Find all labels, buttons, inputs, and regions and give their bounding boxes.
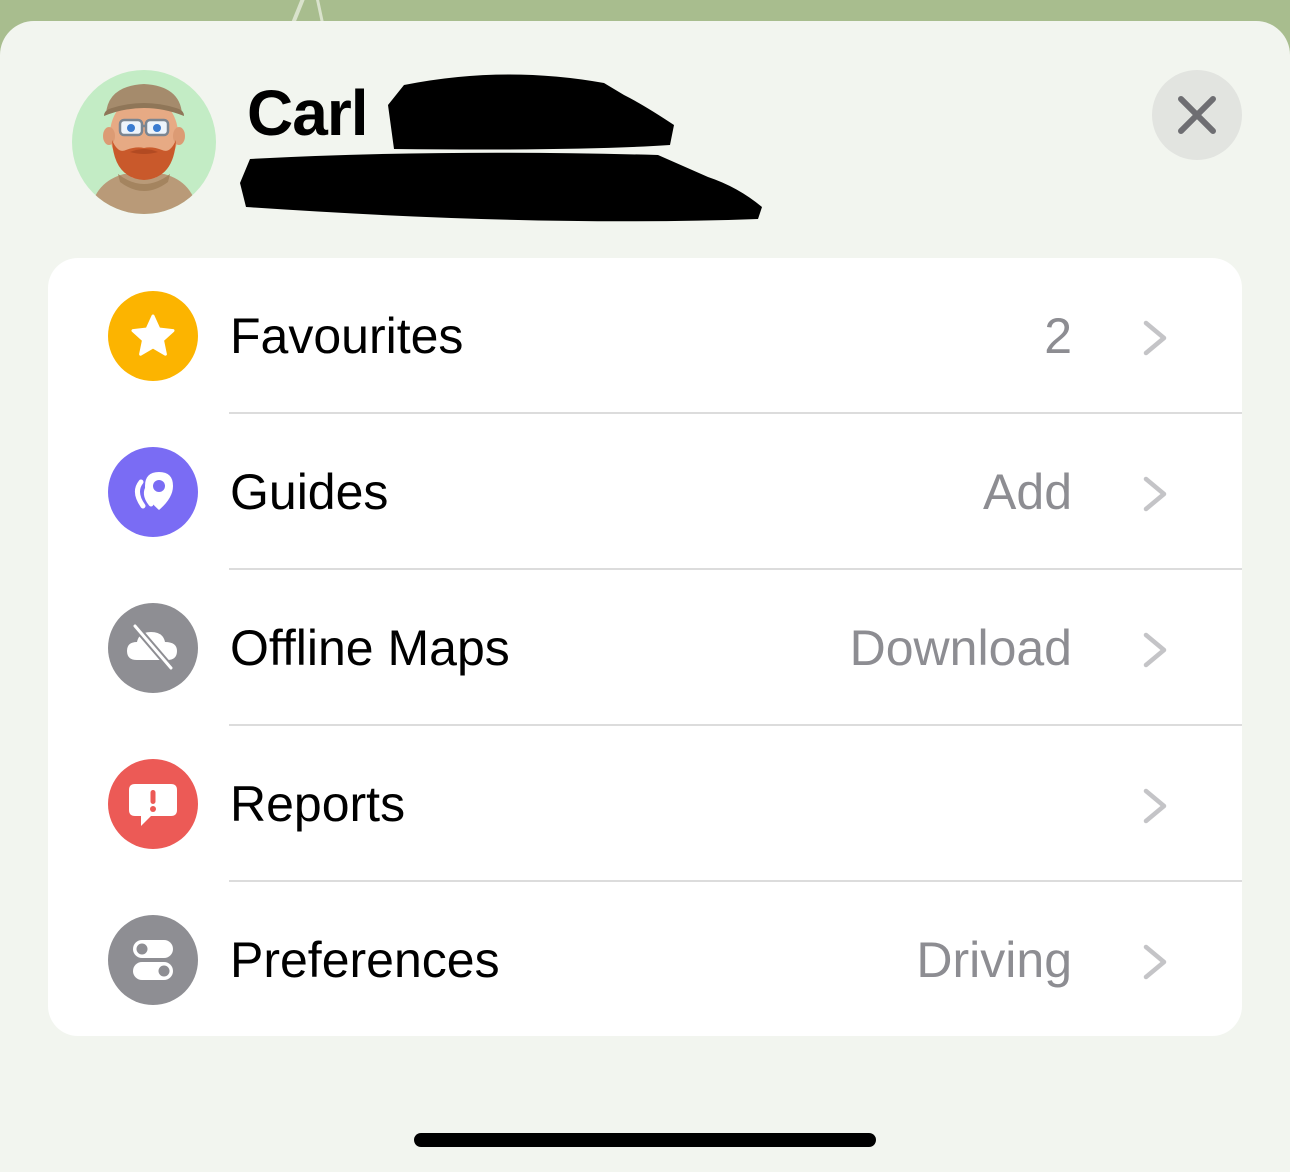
redaction-scribble: [240, 152, 762, 222]
cloud-slash-icon: [108, 603, 198, 693]
close-icon: [1178, 96, 1216, 134]
home-indicator[interactable]: [414, 1133, 876, 1147]
menu-label: Preferences: [230, 932, 500, 988]
close-button[interactable]: [1152, 70, 1242, 160]
menu-value: 2: [1044, 308, 1072, 364]
avatar[interactable]: [72, 70, 216, 214]
menu-value: Add: [983, 464, 1072, 520]
guides-icon: [108, 447, 198, 537]
menu-label: Favourites: [230, 308, 464, 364]
chevron-right-icon: [1143, 944, 1167, 980]
menu-value: Driving: [916, 932, 1072, 988]
profile-menu-card: Favourites 2 Guides Add Offline Maps Dow…: [48, 258, 1242, 1036]
report-bubble-icon: [108, 759, 198, 849]
profile-name: Carl: [247, 77, 368, 149]
menu-row-offline-maps[interactable]: Offline Maps Download: [48, 570, 1242, 726]
menu-row-guides[interactable]: Guides Add: [48, 414, 1242, 570]
toggles-icon: [108, 915, 198, 1005]
redaction-scribble: [388, 74, 674, 150]
menu-label: Guides: [230, 464, 389, 520]
menu-row-reports[interactable]: Reports: [48, 726, 1242, 882]
chevron-right-icon: [1143, 632, 1167, 668]
menu-row-preferences[interactable]: Preferences Driving: [48, 882, 1242, 1036]
chevron-right-icon: [1143, 320, 1167, 356]
profile-sheet: Carl Favourites 2 Guides Add Offline Map…: [0, 21, 1290, 1172]
chevron-right-icon: [1143, 788, 1167, 824]
menu-row-favourites[interactable]: Favourites 2: [48, 258, 1242, 414]
star-icon: [108, 291, 198, 381]
memoji-avatar-icon: [90, 84, 198, 214]
menu-label: Offline Maps: [230, 620, 510, 676]
chevron-right-icon: [1143, 476, 1167, 512]
menu-label: Reports: [230, 776, 406, 832]
menu-value: Download: [849, 620, 1072, 676]
